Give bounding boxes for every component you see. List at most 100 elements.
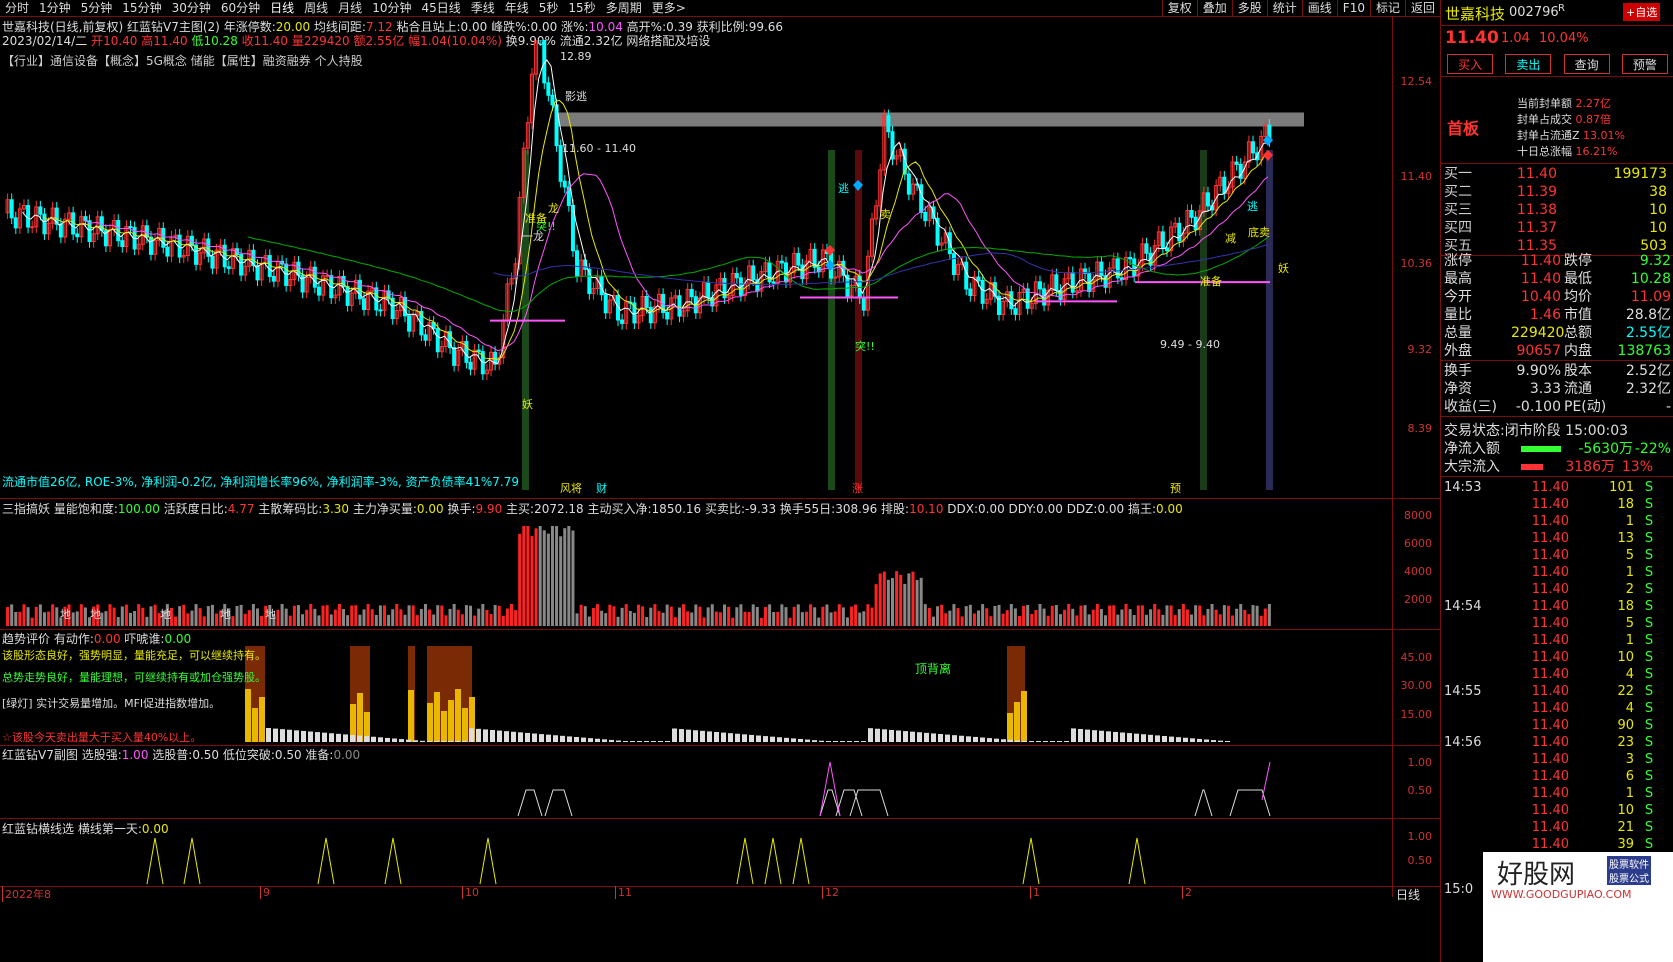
trade-button-2[interactable]: 查询 [1563,54,1610,74]
signal-peak [317,837,335,885]
trend-bar-small [371,736,376,742]
tick-time: 14:54 [1444,599,1482,614]
volume-bar [280,604,284,626]
y-axis-label: 6000 [1404,537,1432,550]
bid-row[interactable]: 买二 11.39 38 [1441,183,1673,201]
kline-chart[interactable]: 12.8911.60 - 11.40影逃龙准备突!!妖一龙逃卖突!!减9.49 … [0,40,1392,498]
toolbar-button[interactable]: 返回 [1404,0,1440,17]
period-tab[interactable]: 15分钟 [117,0,166,16]
trade-button-3[interactable]: 预警 [1621,54,1668,74]
volume-bar [645,616,649,626]
sub-signal-chart[interactable] [0,760,1392,818]
volume-bar [804,611,808,626]
volume-bar [1132,615,1136,626]
volume-bar [42,612,46,626]
bid-row[interactable]: 买一 11.40 199173 [1441,165,1673,183]
period-tab[interactable]: 5秒 [534,0,564,16]
trend-bar-small [973,736,978,742]
candle-body [226,266,231,269]
line-signal-chart[interactable] [0,834,1392,886]
trade-status-value: 闭市阶段 15:00:03 [1504,423,1629,439]
signal-column [855,150,862,490]
toolbar-button[interactable]: F10 [1336,0,1370,17]
trend-bar-small [1022,741,1027,742]
stock-suffix: R [1558,3,1565,14]
candle-body [706,281,711,299]
volume-chart[interactable]: 地地地地地 [0,514,1392,628]
period-tab[interactable]: 月线 [333,0,367,16]
volume-bar [1083,605,1087,626]
period-tab[interactable]: 5分钟 [76,0,118,16]
period-label[interactable]: 日线 [1396,886,1420,903]
tick-side: S [1644,820,1654,835]
trend-bar-small [728,733,733,742]
volume-bar [764,607,767,626]
y-axis-label: 8000 [1404,509,1432,522]
volume-bar [350,605,354,626]
volume-bar [620,607,624,626]
period-tab[interactable]: 季线 [466,0,500,16]
tick-row: 11.40 1 S [1441,564,1673,581]
candle-body [9,199,14,219]
tick-side: S [1644,701,1654,716]
bid-price: 11.38 [1516,202,1557,218]
tick-price: 11.40 [1531,633,1569,648]
volume-bar [895,571,899,626]
candle-body [1128,256,1133,260]
volume-bar [800,612,804,626]
toolbar-button[interactable]: 画线 [1301,0,1337,17]
period-tab[interactable]: 年线 [500,0,534,16]
volume-bar [858,612,862,626]
flow-bar [1521,446,1561,452]
seal-row: 十日总涨幅 16.21% [1517,143,1625,159]
trade-button-1[interactable]: 卖出 [1505,54,1552,74]
tick-list[interactable]: 14:53 11.40 101 S 11.40 18 S 11.40 1 S 11.40 13 S 11.… [1441,479,1673,853]
toolbar-button[interactable]: 多股 [1231,0,1267,17]
period-tab[interactable]: 周线 [299,0,333,16]
bid-row[interactable]: 买三 11.38 10 [1441,201,1673,219]
period-tab[interactable]: 日线 [265,0,299,16]
volume-bar [501,615,505,626]
period-tab[interactable]: 60分钟 [216,0,265,16]
period-tab[interactable]: 45日线 [416,0,465,16]
period-tab[interactable]: 30分钟 [167,0,216,16]
toolbar-button[interactable]: 统计 [1266,0,1302,17]
toolbar-button[interactable]: 叠加 [1196,0,1232,17]
volume-bar [444,615,448,626]
volume-bar [1063,609,1067,626]
volume-bar [1267,604,1271,626]
tick-row: 11.40 1 S [1441,785,1673,802]
volume-bar [850,606,854,626]
stat-value: 11.40 [1520,271,1561,287]
trend-bar [455,689,461,742]
trend-bar-small [630,741,635,742]
tick-row: 11.40 4 S [1441,700,1673,717]
volume-bar [702,617,706,626]
volume-bar [1214,609,1218,626]
toolbar-button[interactable]: 标记 [1369,0,1405,17]
volume-bar [1001,613,1005,626]
bid-row[interactable]: 买四 11.37 10 [1441,219,1673,237]
tick-side: S [1644,514,1654,529]
chart-annotation: 财 [596,481,607,495]
x-axis-label: 1 [1030,886,1040,899]
period-tab[interactable]: 多周期 [601,0,647,16]
trend-bar-small [959,735,964,742]
trend-bar-small [868,728,873,742]
period-tab[interactable]: 1分钟 [34,0,76,16]
trade-button-0[interactable]: 买入 [1447,54,1494,74]
period-tab[interactable]: 分时 [0,0,34,16]
period-tab[interactable]: 10分钟 [367,0,416,16]
y-axis-label: 1.00 [1407,830,1433,843]
period-tab[interactable]: 15秒 [563,0,600,16]
period-tab[interactable]: 更多> [647,0,691,16]
volume-bar [1124,604,1128,626]
tick-time [1441,768,1509,785]
trend-bar-small [735,733,740,742]
add-watchlist-button[interactable]: +自选 [1623,3,1661,21]
chart-annotation: 龙 [548,202,559,215]
trend-bar-small [469,728,474,742]
volume-bar [1222,605,1226,626]
toolbar-button[interactable]: 复权 [1161,0,1197,17]
candle-body [407,315,412,332]
